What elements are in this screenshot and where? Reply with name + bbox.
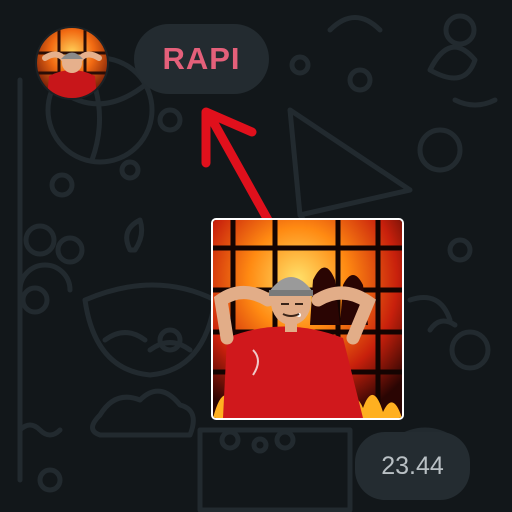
message-time-bubble: 23.44 bbox=[355, 432, 470, 500]
contact-name-bubble[interactable]: RAPI bbox=[134, 24, 269, 94]
contact-name: RAPI bbox=[162, 41, 241, 76]
photo-image bbox=[213, 220, 402, 418]
photo-message[interactable] bbox=[211, 218, 404, 420]
message-time: 23.44 bbox=[381, 451, 444, 480]
contact-avatar[interactable] bbox=[37, 28, 107, 98]
avatar-image bbox=[37, 28, 107, 98]
chat-screen: RAPI 23.44 bbox=[0, 0, 512, 512]
